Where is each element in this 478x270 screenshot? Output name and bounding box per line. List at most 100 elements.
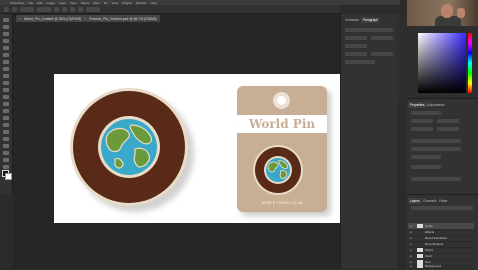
tab-properties[interactable]: Properties: [408, 102, 427, 108]
brush-tool-icon[interactable]: [3, 74, 9, 78]
frame-tool-icon[interactable]: [3, 53, 9, 57]
hue-slider[interactable]: [468, 33, 472, 93]
hyphenate-checkbox[interactable]: [345, 60, 375, 64]
visibility-eye-icon[interactable]: ●: [410, 248, 412, 252]
card-title: World Pin: [248, 117, 316, 131]
eraser-tool-icon[interactable]: [3, 95, 9, 99]
layer-name: Circle: [425, 224, 433, 228]
align-center-icon[interactable]: [62, 6, 67, 12]
visibility-eye-icon[interactable]: ●: [410, 264, 412, 268]
font-family-field[interactable]: [411, 139, 461, 143]
layer-thumbnail: [417, 224, 423, 228]
align-buttons-row[interactable]: [345, 28, 393, 32]
transform-row[interactable]: [411, 111, 441, 115]
document-tab[interactable]: × World_Pin_Content @ 33% (CMYK/8) × Pre…: [16, 15, 160, 22]
tab-layers[interactable]: Layers: [408, 198, 422, 204]
document-tab-title-2: Preview_Pin_Content.psd @ 66.7% (RGB/8): [89, 16, 157, 21]
layer-thumbnail: [417, 254, 423, 258]
transform-controls-checkbox[interactable]: [37, 6, 51, 12]
tab-character[interactable]: Character: [343, 17, 361, 23]
menu-item[interactable]: Photoshop: [10, 1, 24, 5]
blur-tool-icon[interactable]: [3, 109, 9, 113]
visibility-eye-icon[interactable]: ●: [410, 230, 412, 234]
width-field[interactable]: [411, 119, 433, 123]
visibility-eye-icon[interactable]: ●: [410, 236, 412, 240]
menu-item[interactable]: Window: [136, 1, 147, 5]
distribute-icon[interactable]: [78, 6, 83, 12]
healing-brush-tool-icon[interactable]: [3, 67, 9, 71]
layer-row[interactable]: ● Background: [408, 263, 474, 269]
close-tab-icon[interactable]: ×: [84, 17, 86, 21]
dodge-tool-icon[interactable]: [3, 116, 9, 120]
indent-left-field[interactable]: [345, 36, 367, 40]
menu-item[interactable]: Type: [70, 1, 77, 5]
document-tab-title: World_Pin_Content @ 33% (CMYK/8): [23, 16, 82, 21]
menu-item[interactable]: View: [112, 1, 118, 5]
height-field[interactable]: [437, 119, 459, 123]
font-style-field[interactable]: [411, 147, 461, 151]
zoom-tool-icon[interactable]: [3, 158, 9, 162]
menu-item[interactable]: Edit: [37, 1, 42, 5]
menu-item[interactable]: Image: [46, 1, 54, 5]
tab-paths[interactable]: Paths: [437, 198, 449, 204]
home-icon[interactable]: [4, 6, 9, 12]
tool-preset-icon[interactable]: [12, 6, 17, 12]
layer-thumbnail: [417, 264, 423, 268]
globe-icon: [101, 119, 157, 175]
card-caption: WORLD TRAVEL CLUB: [261, 201, 303, 205]
menu-item[interactable]: Plugins: [122, 1, 132, 5]
visibility-eye-icon[interactable]: ●: [410, 224, 412, 228]
layer-name: World: [425, 248, 433, 252]
move-tool-icon[interactable]: [3, 18, 9, 22]
first-line-indent-field[interactable]: [345, 44, 367, 48]
menu-item[interactable]: 3D: [104, 1, 108, 5]
lasso-tool-icon[interactable]: [3, 32, 9, 36]
menu-item[interactable]: Layer: [59, 1, 67, 5]
path-selection-tool-icon[interactable]: [3, 137, 9, 141]
y-field[interactable]: [437, 127, 459, 131]
x-field[interactable]: [411, 127, 433, 131]
type-tool-icon[interactable]: [3, 130, 9, 134]
menu-item[interactable]: Help: [151, 1, 157, 5]
space-before-field[interactable]: [345, 52, 367, 56]
globe-continents: [105, 124, 152, 169]
visibility-eye-icon[interactable]: ●: [410, 242, 412, 246]
3d-mode-button[interactable]: [86, 6, 100, 12]
more-tools-icon[interactable]: [3, 165, 9, 169]
font-size-field[interactable]: [411, 155, 441, 159]
indent-right-field[interactable]: [371, 36, 393, 40]
layer-name: Effects: [425, 230, 435, 234]
color-field[interactable]: [418, 33, 466, 93]
marquee-tool-icon[interactable]: [3, 25, 9, 29]
properties-panel: Properties Adjustments: [407, 98, 478, 195]
clone-stamp-tool-icon[interactable]: [3, 81, 9, 85]
panel-icon-strip: [397, 14, 407, 98]
layer-name: Card: [425, 254, 432, 258]
history-brush-tool-icon[interactable]: [3, 88, 9, 92]
layer-filter-bar[interactable]: [411, 206, 473, 210]
presenter-face: [441, 4, 453, 18]
gradient-tool-icon[interactable]: [3, 102, 9, 106]
pen-tool-icon[interactable]: [3, 123, 9, 127]
menu-item[interactable]: Filter: [93, 1, 100, 5]
tab-adjustments[interactable]: Adjustments: [425, 102, 447, 108]
menu-item[interactable]: Select: [81, 1, 89, 5]
close-tab-icon[interactable]: ×: [19, 17, 21, 21]
background-color-swatch[interactable]: [5, 173, 12, 180]
quick-select-tool-icon[interactable]: [3, 39, 9, 43]
align-left-icon[interactable]: [54, 6, 59, 12]
align-right-icon[interactable]: [70, 6, 75, 12]
color-row[interactable]: [411, 165, 441, 169]
presenter-hand: [457, 8, 465, 18]
tab-channels[interactable]: Channels: [421, 198, 438, 204]
menu-item[interactable]: File: [28, 1, 33, 5]
align-row[interactable]: [411, 177, 461, 181]
visibility-eye-icon[interactable]: ●: [410, 254, 412, 258]
shape-tool-icon[interactable]: [3, 144, 9, 148]
tab-paragraph[interactable]: Paragraph: [361, 17, 380, 23]
space-after-field[interactable]: [371, 52, 393, 56]
crop-tool-icon[interactable]: [3, 46, 9, 50]
hand-tool-icon[interactable]: [3, 151, 9, 155]
eyedropper-tool-icon[interactable]: [3, 60, 9, 64]
auto-select-dropdown[interactable]: [20, 6, 34, 12]
